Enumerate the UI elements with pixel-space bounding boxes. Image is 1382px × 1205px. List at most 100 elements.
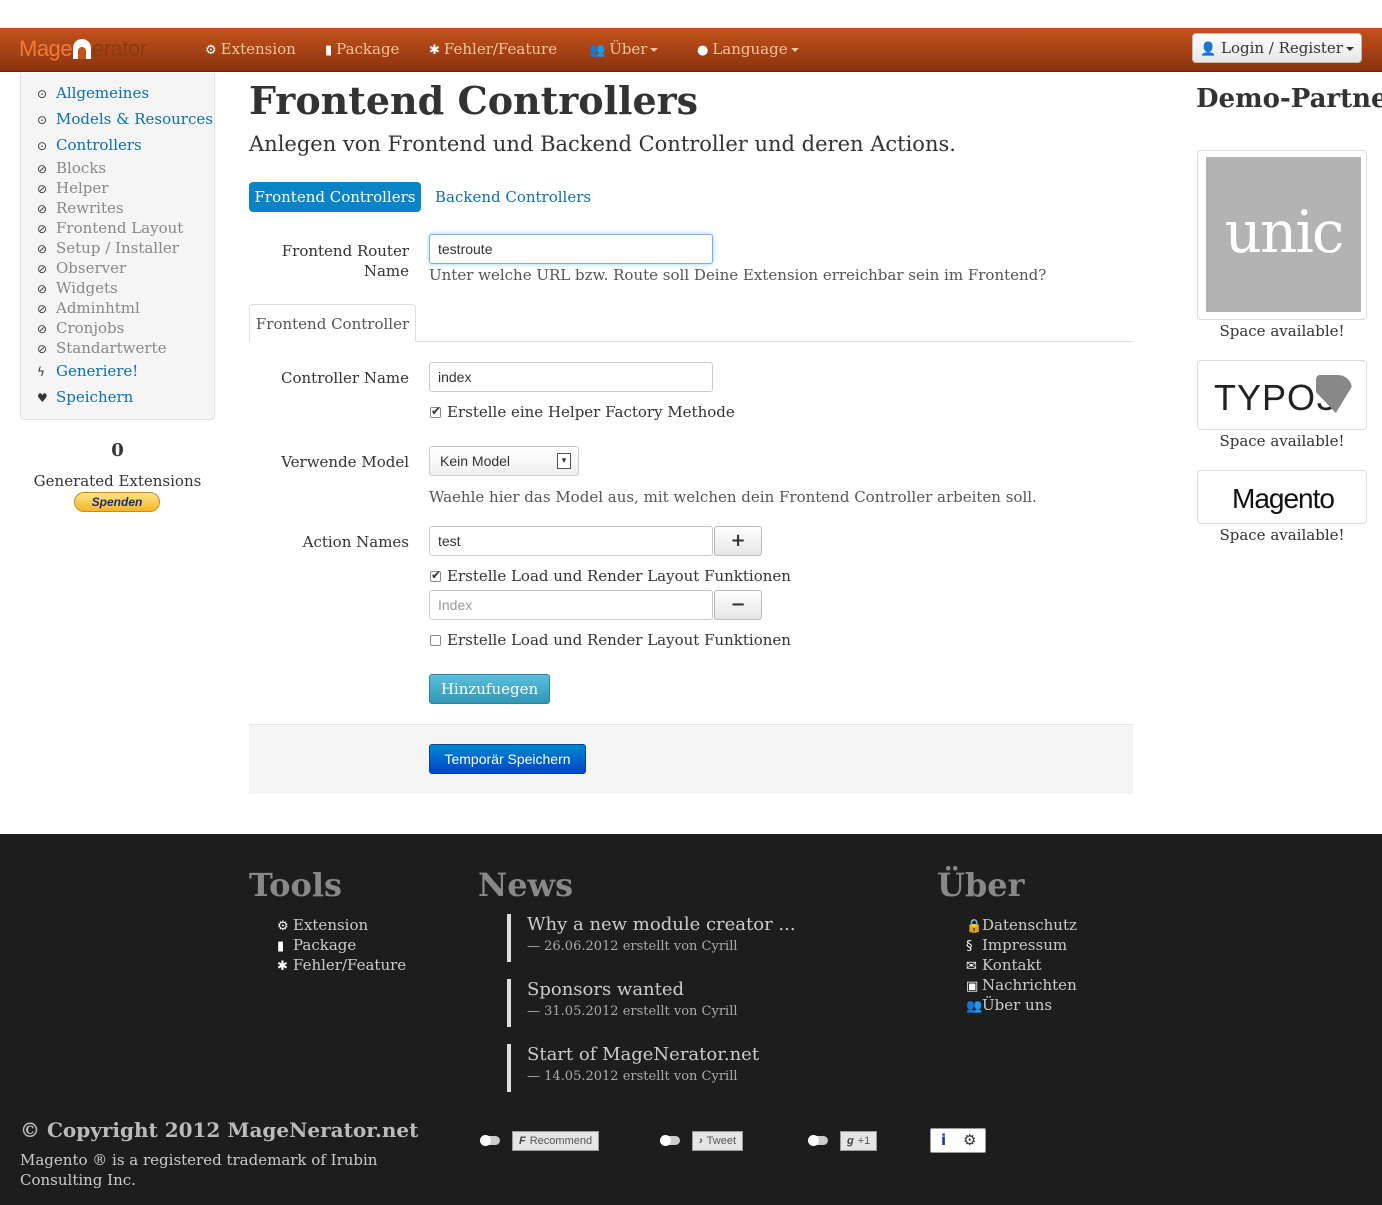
nav-extension-label: Extension <box>220 40 296 58</box>
checkbox-checked-icon[interactable] <box>430 404 441 418</box>
sidebar-item-label: Allgemeines <box>56 84 150 102</box>
user-icon: 👤 <box>1200 42 1217 57</box>
partner-unic[interactable]: unic <box>1197 150 1367 320</box>
bolt-icon: ϟ <box>37 365 45 379</box>
twitter-privacy-toggle[interactable] <box>660 1135 680 1146</box>
ban-icon: ⊘ <box>37 282 48 296</box>
router-name-input[interactable]: testroute <box>429 234 713 264</box>
facebook-privacy-toggle[interactable] <box>480 1135 500 1146</box>
load-render-checkbox-2[interactable]: Erstelle Load und Render Layout Funktion… <box>430 631 791 649</box>
twitter-tweet-button[interactable]: › Tweet <box>692 1131 744 1151</box>
sidebar-item-label: Standartwerte <box>56 339 167 357</box>
nav-fehler-feature[interactable]: ✱ Fehler/Feature <box>429 40 557 58</box>
space-available-1: Space available! <box>1219 322 1345 340</box>
gears-icon: ⚙ <box>205 43 217 58</box>
sidebar-item-allgemeines[interactable]: ⊙ Allgemeines <box>37 84 149 102</box>
ban-icon: ⊘ <box>37 242 48 256</box>
sidebar-item-label: Generiere! <box>56 362 139 380</box>
footer-link-datenschutz[interactable]: 🔒Datenschutz <box>966 916 1077 934</box>
footer-link-label: Kontakt <box>982 956 1042 974</box>
footer-tools-heading: Tools <box>249 866 342 904</box>
paragraph-icon: § <box>966 939 973 954</box>
tab-frontend-controller[interactable]: Frontend Controller <box>249 304 416 342</box>
model-select-value: Kein Model <box>440 453 511 469</box>
partner-magento[interactable]: Magento <box>1197 470 1367 524</box>
info-icon[interactable]: i <box>941 1131 946 1149</box>
sidebar-item-controllers[interactable]: ⊙ Controllers <box>37 136 142 154</box>
nav-ueber-dropdown[interactable]: 👥 Über <box>589 40 659 58</box>
users-icon: 👥 <box>589 43 606 58</box>
gear-icon[interactable]: ⚙ <box>963 1131 976 1149</box>
ban-icon: ⊘ <box>37 262 48 276</box>
space-available-2: Space available! <box>1219 432 1345 450</box>
news-item[interactable]: Sponsors wanted — 31.05.2012 erstellt von… <box>507 979 738 1027</box>
nav-language-dropdown[interactable]: ● Language <box>697 40 799 58</box>
sidebar-item-observer: ⊘ Observer <box>37 259 126 277</box>
load-render-checkbox-1[interactable]: Erstelle Load und Render Layout Funktion… <box>430 567 791 585</box>
facebook-recommend-label: Recommend <box>529 1135 593 1147</box>
news-title[interactable]: Why a new module creator ... <box>527 914 796 935</box>
news-title[interactable]: Start of MageNerator.net <box>527 1044 759 1065</box>
action-name-input[interactable]: test <box>429 526 713 556</box>
footer-link-kontakt[interactable]: ✉ Kontakt <box>966 956 1042 974</box>
partner-typo3[interactable]: TYPO3 <box>1197 360 1367 430</box>
sidebar-item-models-resources[interactable]: ⊙ Models & Resources <box>37 110 213 128</box>
hinzufuegen-button[interactable]: Hinzufuegen <box>429 674 550 704</box>
news-item[interactable]: Start of MageNerator.net — 14.05.2012 ers… <box>507 1044 759 1092</box>
router-name-label-line2: Name <box>363 262 409 280</box>
helper-factory-checkbox[interactable]: Erstelle eine Helper Factory Methode <box>430 403 735 421</box>
envelope-icon: ✉ <box>966 959 977 974</box>
ban-icon: ⊘ <box>37 202 48 216</box>
facebook-icon: F <box>519 1135 526 1147</box>
book-icon: ▮ <box>325 43 333 58</box>
checkbox-unchecked-icon[interactable] <box>430 635 441 646</box>
footer-link-impressum[interactable]: § Impressum <box>966 936 1067 954</box>
nav-extension[interactable]: ⚙ Extension <box>205 40 296 58</box>
footer-link-package[interactable]: ▮ Package <box>277 936 356 954</box>
footer-link-fehler-feature[interactable]: ✱ Fehler/Feature <box>277 956 406 974</box>
brand-logo[interactable]: Mage erator <box>19 36 147 62</box>
brand-text-start: Mage <box>19 36 73 61</box>
unic-logo: unic <box>1206 157 1361 312</box>
remove-action-button[interactable]: − <box>714 590 762 620</box>
sidebar-item-adminhtml: ⊘ Adminhtml <box>37 299 140 317</box>
sidebar-item-label: Rewrites <box>56 199 124 217</box>
sidebar-nav: ⊙ Allgemeines ⊙ Models & Resources ⊙ Contro… <box>20 73 215 420</box>
google-privacy-toggle[interactable] <box>808 1135 828 1146</box>
sidebar-item-generiere[interactable]: ϟ Generiere! <box>37 362 138 380</box>
nav-language-label: Language <box>712 40 788 58</box>
news-meta: — 31.05.2012 erstellt von Cyrill <box>527 1004 738 1019</box>
add-action-button[interactable]: + <box>714 526 762 556</box>
select-arrow-icon: ▾ <box>557 453 571 469</box>
footer-link-nachrichten[interactable]: ▣ Nachrichten <box>966 976 1077 994</box>
ban-icon: ⊘ <box>37 182 48 196</box>
sidebar-item-speichern[interactable]: ♥ Speichern <box>37 388 133 406</box>
facebook-recommend-button[interactable]: F Recommend <box>512 1131 600 1151</box>
sidebar-item-label: Adminhtml <box>56 299 140 317</box>
page-subtitle: Anlegen von Frontend und Backend Control… <box>249 132 956 156</box>
check-circle-icon: ⊙ <box>37 113 48 127</box>
nav-package[interactable]: ▮ Package <box>325 40 399 58</box>
nav-package-label: Package <box>336 40 400 58</box>
google-plusone-button[interactable]: g +1 <box>840 1131 878 1151</box>
donate-button[interactable]: Spenden <box>74 492 160 512</box>
checkbox-checked-icon[interactable] <box>430 568 441 582</box>
tab-backend-controllers[interactable]: Backend Controllers <box>435 182 591 212</box>
controller-name-input[interactable]: index <box>429 362 713 392</box>
ban-icon: ⊘ <box>37 342 48 356</box>
news-title[interactable]: Sponsors wanted <box>527 979 738 1000</box>
generated-label: Generated Extensions <box>33 472 202 490</box>
footer-link-ueber-uns[interactable]: 👥Über uns <box>966 996 1052 1014</box>
tab-frontend-controllers[interactable]: Frontend Controllers <box>249 182 421 212</box>
top-navbar: Mage erator ⚙ Extension ▮ Package ✱ Fehler/F… <box>0 28 1382 72</box>
check-circle-icon: ⊙ <box>37 139 48 153</box>
footer-link-extension[interactable]: ⚙ Extension <box>277 916 368 934</box>
social-settings-box[interactable]: i ⚙ <box>930 1128 986 1153</box>
magenerator-logo-mark-icon <box>73 39 92 59</box>
news-item[interactable]: Why a new module creator ... — 26.06.2012… <box>507 914 796 962</box>
action-name-input-2[interactable]: Index <box>429 590 713 620</box>
temporaer-speichern-button[interactable]: Temporär Speichern <box>429 744 586 774</box>
model-select[interactable]: Kein Model ▾ <box>429 446 579 476</box>
footer-link-label: Extension <box>293 916 369 934</box>
login-register-button[interactable]: 👤 Login / Register <box>1192 33 1362 63</box>
